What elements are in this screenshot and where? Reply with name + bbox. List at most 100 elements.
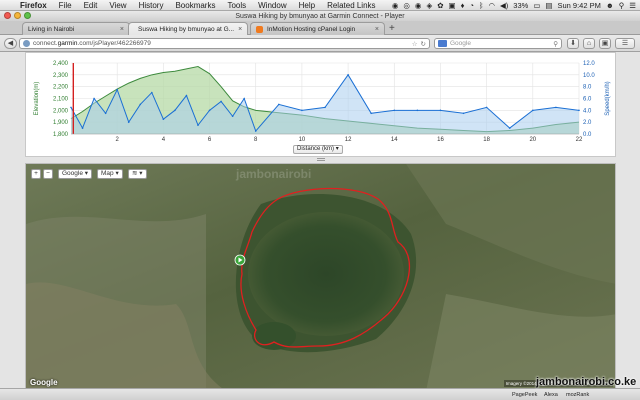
addon-pagepeek[interactable]: PagePeek [512,392,537,398]
x-tick-label: 16 [437,137,444,143]
site-identity-icon[interactable] [23,40,30,47]
url-suffix: .com/jsPlayer/462266979 [77,40,151,47]
speed-point [231,115,234,118]
status-icon-4[interactable]: ◈ [426,1,432,10]
tab-close-icon[interactable]: × [116,26,124,33]
menu-file[interactable]: File [53,1,78,10]
status-icon-7[interactable]: ♦ [461,1,465,10]
mac-menubar: Firefox File Edit View History Bookmarks… [0,0,640,11]
reload-icon[interactable]: ↻ [421,40,429,48]
minimize-window-button[interactable] [14,12,21,19]
speed-point [416,109,419,112]
menu-view[interactable]: View [103,1,132,10]
satellite-map-svg[interactable] [26,164,616,390]
x-tick-label: 20 [529,137,536,143]
addon-alexa[interactable]: Alexa [544,392,558,398]
cpanel-favicon-icon [256,25,263,33]
map-view[interactable]: jambonairobi + − Google ▾ Map ▾ ≋ ▾ Goog… [25,163,616,390]
speed-point [185,94,188,97]
y2-tick-label: 0.0 [583,132,592,138]
y-tick-label: 1,900 [53,120,69,126]
new-tab-button[interactable]: + [389,23,395,34]
home-icon[interactable]: ⌂ [583,38,595,49]
spotlight-icon[interactable]: ⚲ [619,1,625,10]
status-icon-3[interactable]: ◉ [415,1,422,10]
map-type-dropdown[interactable]: Map ▾ [97,169,123,179]
zoom-in-button[interactable]: + [31,169,41,179]
tab-label: Suswa Hiking by bmunyao at G... [138,25,235,33]
status-icon-6[interactable]: ▣ [449,1,456,10]
y-tick-label: 1,800 [53,132,69,138]
status-icon-2[interactable]: ◎ [403,1,410,10]
tab-inmotion-cpanel[interactable]: InMotion Hosting cPanel Login × [250,22,385,35]
menu-firefox[interactable]: Firefox [14,1,53,10]
menu-related-links[interactable]: Related Links [321,1,381,10]
search-icon[interactable]: ⚲ [553,40,561,48]
menu-history[interactable]: History [133,1,170,10]
map-provider-dropdown[interactable]: Google ▾ [58,169,93,179]
menu-bookmarks[interactable]: Bookmarks [169,1,221,10]
page-content: 2 4 6 8 10 12 14 16 18 20 22 1,800 1,900 2,000 2,100 2,… [0,52,640,400]
speed-point [393,109,396,112]
time-machine-icon[interactable]: ◔ [469,1,474,10]
volume-icon[interactable]: ◀) [500,1,508,10]
status-menus: ◉ ◎ ◉ ◈ ✿ ▣ ♦ ◔ ᛒ ◠ ◀) 33% ▭ ▤ Sun 9:42 … [392,1,640,10]
speed-point [174,109,176,112]
y2-tick-label: 6.0 [583,97,592,103]
speed-point [532,109,534,112]
tab-living-in-nairobi[interactable]: Living in Nairobi × [22,22,130,35]
battery-icon[interactable]: ▭ [533,1,540,10]
map-layers-dropdown[interactable]: ≋ ▾ [128,169,147,179]
zoom-window-button[interactable] [24,12,31,19]
menu-help[interactable]: Help [293,1,321,10]
x-tick-label: 4 [162,137,166,143]
addon-mozrank[interactable]: mozRank [566,392,589,398]
map-provider-label: Google [62,170,83,177]
speed-point [162,118,165,121]
site-watermark: jambonairobi.co.ke [536,376,637,388]
x-tick-label: 2 [116,137,120,143]
menu-window[interactable]: Window [252,1,292,10]
close-window-button[interactable] [4,12,11,19]
url-prefix: connect. [33,40,58,47]
menu-edit[interactable]: Edit [78,1,104,10]
addon-icon[interactable]: ▣ [599,38,611,49]
bookmark-star-icon[interactable]: ☆ [412,40,421,48]
user-icon[interactable]: ☻ [606,1,614,10]
menu-icon[interactable]: ☰ [615,38,635,49]
wifi-icon[interactable]: ◠ [488,1,495,10]
speed-point [301,109,303,112]
tab-close-icon[interactable]: × [234,26,242,33]
flag-icon[interactable]: ▤ [545,1,552,10]
speed-point [208,109,211,112]
browser-status-bar: PagePeek Alexa mozRank [0,388,640,400]
google-logo: Google [30,378,58,387]
x-tick-label: 12 [345,137,352,143]
menu-tools[interactable]: Tools [221,1,252,10]
zoom-out-button[interactable]: − [43,169,53,179]
downloads-icon[interactable]: ⬇ [567,38,579,49]
speed-point [278,103,280,106]
bluetooth-icon[interactable]: ᛒ [479,1,484,10]
google-search-engine-icon[interactable] [438,40,447,47]
back-button[interactable]: ◀ [4,38,17,49]
status-icon-5[interactable]: ✿ [437,1,443,10]
battery-percent[interactable]: 33% [513,1,528,10]
speed-point [243,97,245,100]
search-box[interactable]: Google ⚲ [434,38,562,49]
y2-tick-label: 2.0 [583,120,592,126]
status-icon-1[interactable]: ◉ [392,1,399,10]
map-watermark: jambonairobi [236,167,312,181]
x-axis-select[interactable]: Distance (km) ▾ [293,145,343,154]
splitter-grip-icon[interactable] [317,158,325,161]
crater-south-lobe [252,322,296,350]
notifications-icon[interactable]: ☰ [629,1,636,10]
tab-close-icon[interactable]: × [371,26,379,33]
url-bar[interactable]: connect. garmin .com/jsPlayer/462266979 ☆ … [19,38,430,49]
tab-suswa-hiking[interactable]: Suswa Hiking by bmunyao at G... × [128,22,248,35]
crater-floor [248,212,404,336]
x-tick-label: 22 [576,137,583,143]
traffic-lights [4,12,31,19]
window-title: Suswa Hiking by bmunyao at Garmin Connec… [235,12,405,20]
clock[interactable]: Sun 9:42 PM [558,1,601,10]
